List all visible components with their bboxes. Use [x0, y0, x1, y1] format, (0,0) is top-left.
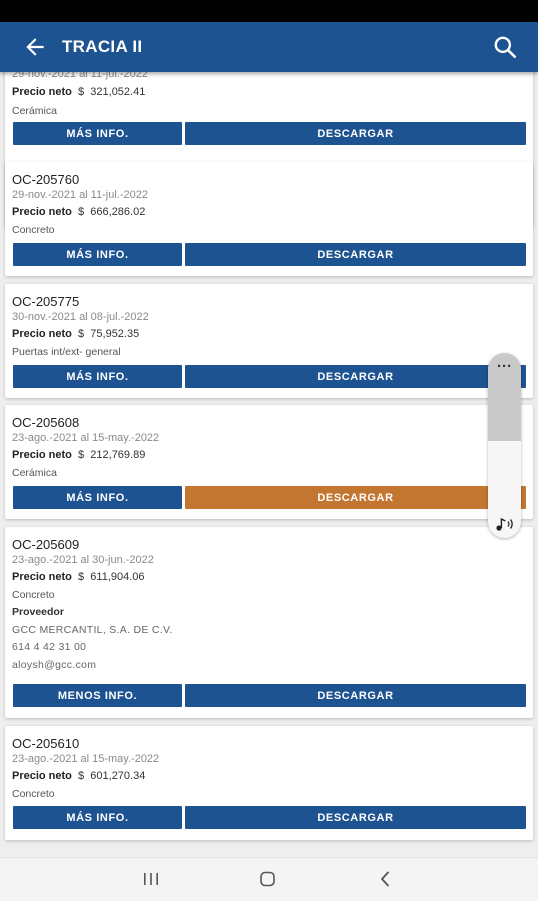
net-price: Precio neto $ 321,052.41 [12, 86, 145, 98]
price-label: Precio neto [12, 449, 72, 461]
date-range: 23-ago.-2021 al 15-may.-2022 [12, 753, 160, 765]
price-label: Precio neto [12, 571, 72, 583]
category: Cerámica [12, 105, 57, 117]
category: Puertas int/ext- general [12, 346, 121, 358]
provider-name: GCC MERCANTIL, S.A. DE C.V. [12, 624, 173, 636]
order-number: OC-205760 [12, 172, 80, 187]
arrow-left-icon[interactable] [22, 34, 48, 60]
date-range: 29-nov.-2021 al 11-jul.-2022 [12, 189, 148, 201]
order-card: OC-205760 29-nov.-2021 al 11-jul.-2022 P… [5, 162, 533, 276]
order-number: OC-205609 [12, 537, 80, 552]
more-info-button[interactable]: MÁS INFO. [13, 243, 182, 266]
order-card: OC-205610 23-ago.-2021 al 15-may.-2022 P… [5, 726, 533, 840]
home-icon[interactable] [258, 869, 278, 889]
download-button[interactable]: DESCARGAR [185, 486, 526, 509]
price-value: 666,286.02 [90, 206, 146, 218]
nav-back-icon[interactable] [376, 869, 394, 889]
category: Concreto [12, 589, 55, 601]
price-label: Precio neto [12, 770, 72, 782]
currency: $ [78, 571, 85, 583]
currency: $ [78, 86, 85, 98]
provider-email: aloysh@gcc.com [12, 659, 97, 671]
download-button[interactable]: DESCARGAR [185, 243, 526, 266]
date-range: 23-ago.-2021 al 30-jun.-2022 [12, 554, 154, 566]
more-info-button[interactable]: MÁS INFO. [13, 122, 182, 145]
price-value: 321,052.41 [90, 86, 146, 98]
more-info-button[interactable]: MÁS INFO. [13, 365, 182, 388]
category: Concreto [12, 788, 55, 800]
download-button[interactable]: DESCARGAR [185, 365, 526, 388]
page-title: TRACIA II [62, 37, 143, 56]
order-number: OC-205608 [12, 415, 80, 430]
date-range: 29-nov.-2021 al 11-jul.-2022 [12, 72, 148, 80]
net-price: Precio neto $ 212,769.89 [12, 449, 145, 461]
provider-label: Proveedor [12, 606, 64, 618]
currency: $ [78, 328, 85, 340]
currency: $ [78, 449, 85, 461]
date-range: 30-nov.-2021 al 08-jul.-2022 [12, 311, 149, 323]
price-value: 212,769.89 [90, 449, 146, 461]
less-info-button[interactable]: MENOS INFO. [13, 684, 182, 707]
download-button[interactable]: DESCARGAR [185, 684, 526, 707]
system-nav-bar [0, 857, 538, 901]
app-bar: TRACIA II [0, 22, 538, 72]
order-number: OC-205775 [12, 294, 80, 309]
net-price: Precio neto $ 75,952.35 [12, 328, 139, 340]
price-value: 75,952.35 [90, 328, 140, 340]
recents-icon[interactable] [142, 869, 160, 889]
order-card-expanded: OC-205609 23-ago.-2021 al 30-jun.-2022 P… [5, 527, 533, 718]
currency: $ [78, 206, 85, 218]
net-price: Precio neto $ 601,270.34 [12, 770, 145, 782]
price-value: 611,904.06 [90, 571, 145, 583]
price-value: 601,270.34 [90, 770, 146, 782]
net-price: Precio neto $ 666,286.02 [12, 206, 145, 218]
net-price: Precio neto $ 611,904.06 [12, 571, 145, 583]
download-button[interactable]: DESCARGAR [185, 122, 526, 145]
category: Concreto [12, 224, 55, 236]
download-button[interactable]: DESCARGAR [185, 806, 526, 829]
date-range: 23-ago.-2021 al 15-may.-2022 [12, 432, 160, 444]
more-info-button[interactable]: MÁS INFO. [13, 486, 182, 509]
order-list[interactable]: 29-nov.-2021 al 11-jul.-2022 Precio neto… [0, 72, 538, 857]
floating-widget[interactable]: ··· [488, 353, 521, 538]
price-label: Precio neto [12, 86, 72, 98]
price-label: Precio neto [12, 328, 72, 340]
order-card: OC-205775 30-nov.-2021 al 08-jul.-2022 P… [5, 284, 533, 398]
audio-note-icon[interactable] [494, 516, 516, 532]
currency: $ [78, 770, 85, 782]
more-horizontal-icon[interactable]: ··· [488, 359, 521, 374]
category: Cerámica [12, 467, 57, 479]
provider-phone: 614 4 42 31 00 [12, 641, 87, 653]
order-card: OC-205608 23-ago.-2021 al 15-may.-2022 P… [5, 405, 533, 519]
status-bar [0, 0, 538, 22]
more-info-button[interactable]: MÁS INFO. [13, 806, 182, 829]
price-label: Precio neto [12, 206, 72, 218]
search-icon[interactable] [492, 34, 518, 60]
order-number: OC-205610 [12, 736, 80, 751]
